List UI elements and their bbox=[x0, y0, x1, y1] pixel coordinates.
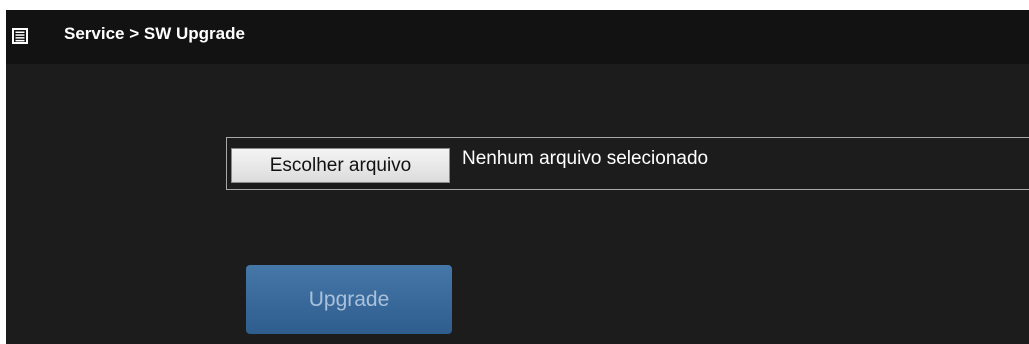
file-input-field[interactable]: Escolher arquivo Nenhum arquivo selecion… bbox=[226, 137, 1029, 190]
page-title: Service > SW Upgrade bbox=[64, 24, 245, 43]
sw-upgrade-window: Service > SW Upgrade Escolher arquivo Ne… bbox=[6, 10, 1029, 344]
file-status-text: Nenhum arquivo selecionado bbox=[462, 148, 709, 169]
choose-file-button[interactable]: Escolher arquivo bbox=[231, 148, 450, 183]
menu-list-icon[interactable] bbox=[12, 28, 28, 44]
upgrade-button[interactable]: Upgrade bbox=[246, 265, 452, 334]
page-header: Service > SW Upgrade bbox=[6, 10, 1029, 64]
